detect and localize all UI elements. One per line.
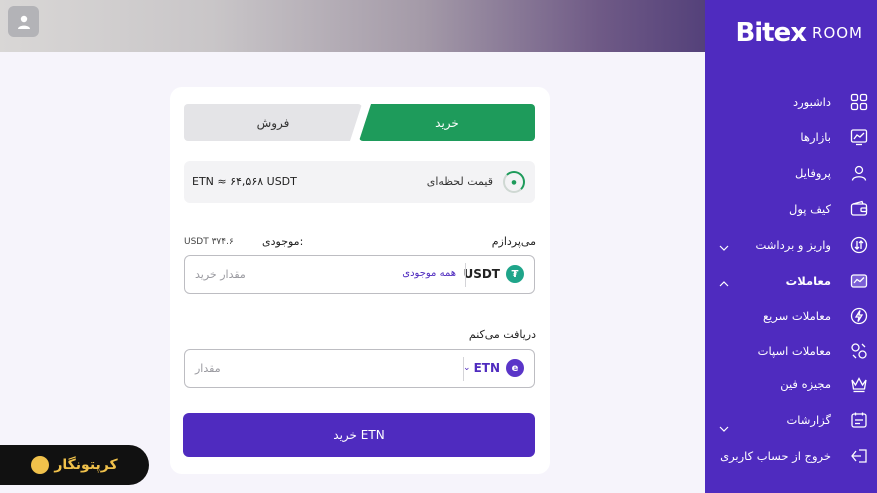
receive-amount-field[interactable]: e ETN ⌄ مقدار	[184, 349, 535, 388]
dashboard-icon	[849, 92, 869, 112]
buy-etn-button[interactable]: خرید ETN	[183, 413, 535, 457]
reports-icon	[849, 410, 869, 430]
sidebar-item-reports[interactable]: گزارشات	[705, 405, 877, 435]
sidebar-item-label: بازارها	[800, 130, 831, 144]
sidebar-item-label: داشبورد	[792, 95, 831, 109]
brand-suffix: ROOM	[812, 24, 863, 42]
sidebar-item-profile[interactable]: پروفایل	[705, 158, 877, 188]
usdt-icon: ₮	[506, 265, 524, 283]
sidebar-item-dashboard[interactable]: داشبورد	[705, 87, 877, 117]
spot-trade-icon	[849, 341, 869, 361]
logout-icon	[849, 446, 869, 466]
balance-value: USDT ۳۷۴.۶	[184, 237, 234, 247]
receive-currency-select[interactable]: e ETN ⌄	[463, 359, 524, 377]
tab-buy[interactable]: خرید	[359, 104, 535, 141]
sidebar-item-spot-trade[interactable]: معاملات اسپات	[705, 336, 877, 366]
sidebar-item-label: معاملات اسپات	[757, 344, 831, 358]
chevron-down-icon[interactable]	[719, 238, 729, 257]
sidebar-item-logout[interactable]: خروج از حساب کاربری	[705, 441, 877, 471]
brand-name: Bitex	[735, 18, 807, 48]
sidebar: Bitex ROOM داشبورد بازارها پروفایل کیف پ…	[705, 0, 877, 493]
trade-card: فروش خرید ● قیمت لحظه‌ای ETN ≈ ۶۴,۵۶۸ US…	[170, 87, 550, 474]
crown-icon	[849, 374, 869, 394]
chevron-down-icon[interactable]	[719, 419, 729, 438]
price-timer-icon: ●	[503, 171, 525, 193]
live-price-box: ● قیمت لحظه‌ای ETN ≈ ۶۴,۵۶۸ USDT	[184, 161, 535, 203]
profile-icon	[849, 163, 869, 183]
price-value: ETN ≈ ۶۴,۵۶۸ USDT	[192, 175, 297, 188]
sidebar-item-wallet[interactable]: کیف پول	[705, 194, 877, 224]
chevron-up-icon[interactable]	[719, 274, 729, 293]
sidebar-item-markets[interactable]: بازارها	[705, 122, 877, 152]
watermark-text: کرپتونگار	[54, 457, 118, 473]
all-balance-button[interactable]: همه موجودی	[402, 268, 456, 279]
sidebar-item-quick-trade[interactable]: معاملات سریع	[705, 301, 877, 331]
chevron-down-icon: ⌄	[463, 363, 471, 373]
sidebar-item-label: خروج از حساب کاربری	[720, 449, 831, 463]
sidebar-item-label: کیف پول	[788, 202, 831, 216]
sidebar-item-crown[interactable]: مجیزه فین	[705, 369, 877, 399]
receive-label: دریافت می‌کنم	[468, 328, 536, 341]
brand-logo[interactable]: Bitex ROOM	[735, 18, 863, 48]
sidebar-item-label: مجیزه فین	[780, 377, 831, 391]
sidebar-item-trades[interactable]: معاملات	[705, 266, 877, 296]
pay-amount-field[interactable]: ₮ USDT همه موجودی مقدار خرید	[184, 255, 535, 294]
markets-icon	[849, 127, 869, 147]
watermark: کرپتونگار	[0, 445, 149, 485]
tab-sell[interactable]: فروش	[184, 104, 362, 141]
pay-label: می‌پردازم	[491, 235, 536, 248]
quick-trade-icon	[849, 306, 869, 326]
wallet-icon	[849, 199, 869, 219]
receive-amount-input[interactable]: مقدار	[195, 362, 221, 375]
receive-currency-label: ETN	[473, 361, 500, 375]
trades-icon	[849, 271, 869, 291]
pay-currency-label: USDT	[463, 267, 500, 281]
field-divider	[463, 357, 464, 381]
price-label: قیمت لحظه‌ای	[426, 175, 493, 188]
sidebar-item-label: معاملات سریع	[762, 309, 831, 323]
etn-icon: e	[506, 359, 524, 377]
sidebar-item-label: گزارشات	[786, 413, 831, 427]
field-divider	[465, 263, 466, 287]
sidebar-item-label: معاملات	[785, 274, 831, 288]
sidebar-item-label: پروفایل	[794, 166, 831, 180]
top-banner	[0, 0, 705, 52]
sidebar-item-deposit-withdraw[interactable]: واریز و برداشت	[705, 230, 877, 260]
watermark-logo-icon	[31, 456, 50, 474]
user-icon	[17, 15, 30, 29]
pay-currency: ₮ USDT	[463, 265, 524, 283]
user-avatar[interactable]	[8, 6, 39, 37]
balance-label: موجودی:	[262, 235, 304, 248]
pay-amount-input[interactable]: مقدار خرید	[195, 268, 246, 281]
deposit-withdraw-icon	[849, 235, 869, 255]
sidebar-item-label: واریز و برداشت	[755, 238, 831, 252]
